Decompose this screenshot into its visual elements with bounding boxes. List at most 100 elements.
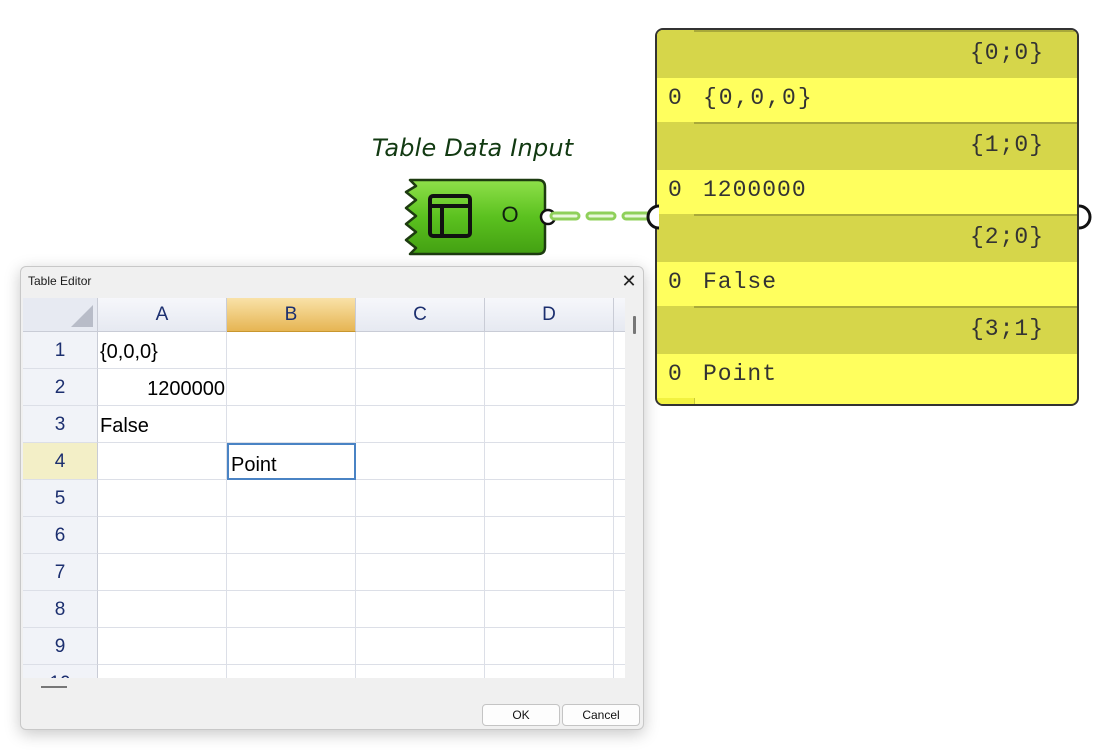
cell-d2[interactable] — [485, 369, 614, 406]
cell-e10[interactable] — [614, 665, 625, 678]
column-header-d[interactable]: D — [485, 298, 614, 332]
panel-branch-header: {1;0} — [657, 122, 1077, 170]
cell-b2[interactable] — [227, 369, 356, 406]
panel-output-grip[interactable] — [1077, 204, 1097, 230]
cell-c6[interactable] — [356, 517, 485, 554]
cell-d6[interactable] — [485, 517, 614, 554]
column-header-c[interactable]: C — [356, 298, 485, 332]
cell-b6[interactable] — [227, 517, 356, 554]
row-header-1[interactable]: 1 — [23, 332, 98, 369]
cell-a4[interactable] — [98, 443, 227, 480]
row-header-8[interactable]: 8 — [23, 591, 98, 628]
cell-a2[interactable]: 1200000 — [98, 369, 227, 406]
cell-c10[interactable] — [356, 665, 485, 678]
cell-e4[interactable] — [614, 443, 625, 480]
cell-d3[interactable] — [485, 406, 614, 443]
column-header-a[interactable]: A — [98, 298, 227, 332]
row-header-6[interactable]: 6 — [23, 517, 98, 554]
cell-d8[interactable] — [485, 591, 614, 628]
cell-c1[interactable] — [356, 332, 485, 369]
cell-a3[interactable]: False — [98, 406, 227, 443]
cell-b9[interactable] — [227, 628, 356, 665]
item-value: {0,0,0} — [703, 85, 814, 111]
column-header-e[interactable] — [614, 298, 625, 332]
cell-e2[interactable] — [614, 369, 625, 406]
cell-e6[interactable] — [614, 517, 625, 554]
cell-a10[interactable] — [98, 665, 227, 678]
panel-branch-header: {0;0} — [657, 30, 1077, 78]
panel-component[interactable]: {0;0} 0 {0,0,0} {1;0} 0 1200000 {2;0} 0 … — [655, 28, 1079, 406]
cell-e1[interactable] — [614, 332, 625, 369]
cell-b4[interactable]: Point — [227, 443, 356, 480]
column-header-b[interactable]: B — [227, 298, 356, 332]
item-value: 1200000 — [703, 177, 807, 203]
cell-d9[interactable] — [485, 628, 614, 665]
cell-b7[interactable] — [227, 554, 356, 591]
row-header-5[interactable]: 5 — [23, 480, 98, 517]
cell-e5[interactable] — [614, 480, 625, 517]
cell-a7[interactable] — [98, 554, 227, 591]
panel-item: 0 Point — [657, 354, 1077, 398]
row-header-10[interactable]: 10 — [23, 665, 98, 678]
row-header-3[interactable]: 3 — [23, 406, 98, 443]
cell-e9[interactable] — [614, 628, 625, 665]
cell-a1[interactable]: {0,0,0} — [98, 332, 227, 369]
cell-a8[interactable] — [98, 591, 227, 628]
panel-branch-header: {2;0} — [657, 214, 1077, 262]
row-header-9[interactable]: 9 — [23, 628, 98, 665]
cell-e8[interactable] — [614, 591, 625, 628]
panel-index-header — [657, 30, 694, 78]
cell-b3[interactable] — [227, 406, 356, 443]
select-all-corner[interactable] — [23, 298, 98, 332]
horizontal-scrollbar[interactable] — [41, 686, 67, 688]
panel-index-header — [657, 122, 694, 170]
output-parameter-label[interactable]: O — [498, 202, 522, 228]
cell-c2[interactable] — [356, 369, 485, 406]
branch-path: {3;1} — [969, 316, 1044, 342]
panel-item: 0 False — [657, 262, 1077, 306]
cell-c5[interactable] — [356, 480, 485, 517]
branch-path: {1;0} — [969, 132, 1044, 158]
cell-d7[interactable] — [485, 554, 614, 591]
item-value: False — [703, 269, 778, 295]
close-icon[interactable]: ✕ — [617, 269, 641, 293]
cell-c7[interactable] — [356, 554, 485, 591]
cell-b5[interactable] — [227, 480, 356, 517]
cell-d5[interactable] — [485, 480, 614, 517]
table-data-input-component[interactable]: O — [402, 178, 562, 258]
cancel-button[interactable]: Cancel — [562, 704, 640, 726]
cell-c8[interactable] — [356, 591, 485, 628]
grasshopper-canvas[interactable]: Table Data Input O {0;0} 0 {0,0,0} {1;0}… — [0, 0, 1103, 756]
ok-button[interactable]: OK — [482, 704, 560, 726]
spreadsheet-grid[interactable]: A B C D 1 2 3 4 5 6 7 8 9 10 {0,0,0}1200… — [23, 298, 625, 678]
table-editor-window[interactable]: Table Editor ✕ A B C D 1 2 3 4 5 6 7 8 9… — [20, 266, 644, 730]
cell-d1[interactable] — [485, 332, 614, 369]
item-index: 0 — [668, 269, 682, 295]
component-title: Table Data Input — [372, 134, 574, 162]
panel-item: 0 {0,0,0} — [657, 78, 1077, 122]
panel-index-header — [657, 306, 694, 354]
row-header-7[interactable]: 7 — [23, 554, 98, 591]
row-header-2[interactable]: 2 — [23, 369, 98, 406]
cell-a6[interactable] — [98, 517, 227, 554]
cell-e7[interactable] — [614, 554, 625, 591]
cell-b10[interactable] — [227, 665, 356, 678]
cell-b1[interactable] — [227, 332, 356, 369]
panel-item: 0 1200000 — [657, 170, 1077, 214]
cell-d10[interactable] — [485, 665, 614, 678]
row-header-4[interactable]: 4 — [23, 443, 98, 480]
cell-c3[interactable] — [356, 406, 485, 443]
window-title: Table Editor — [28, 274, 92, 288]
cell-c4[interactable] — [356, 443, 485, 480]
cell-d4[interactable] — [485, 443, 614, 480]
item-index: 0 — [668, 85, 682, 111]
cell-c9[interactable] — [356, 628, 485, 665]
branch-path: {2;0} — [969, 224, 1044, 250]
panel-branch-header: {3;1} — [657, 306, 1077, 354]
cell-a9[interactable] — [98, 628, 227, 665]
cell-e3[interactable] — [614, 406, 625, 443]
cell-a5[interactable] — [98, 480, 227, 517]
panel-input-grip[interactable] — [641, 204, 661, 230]
vertical-scrollbar[interactable] — [633, 316, 636, 334]
cell-b8[interactable] — [227, 591, 356, 628]
